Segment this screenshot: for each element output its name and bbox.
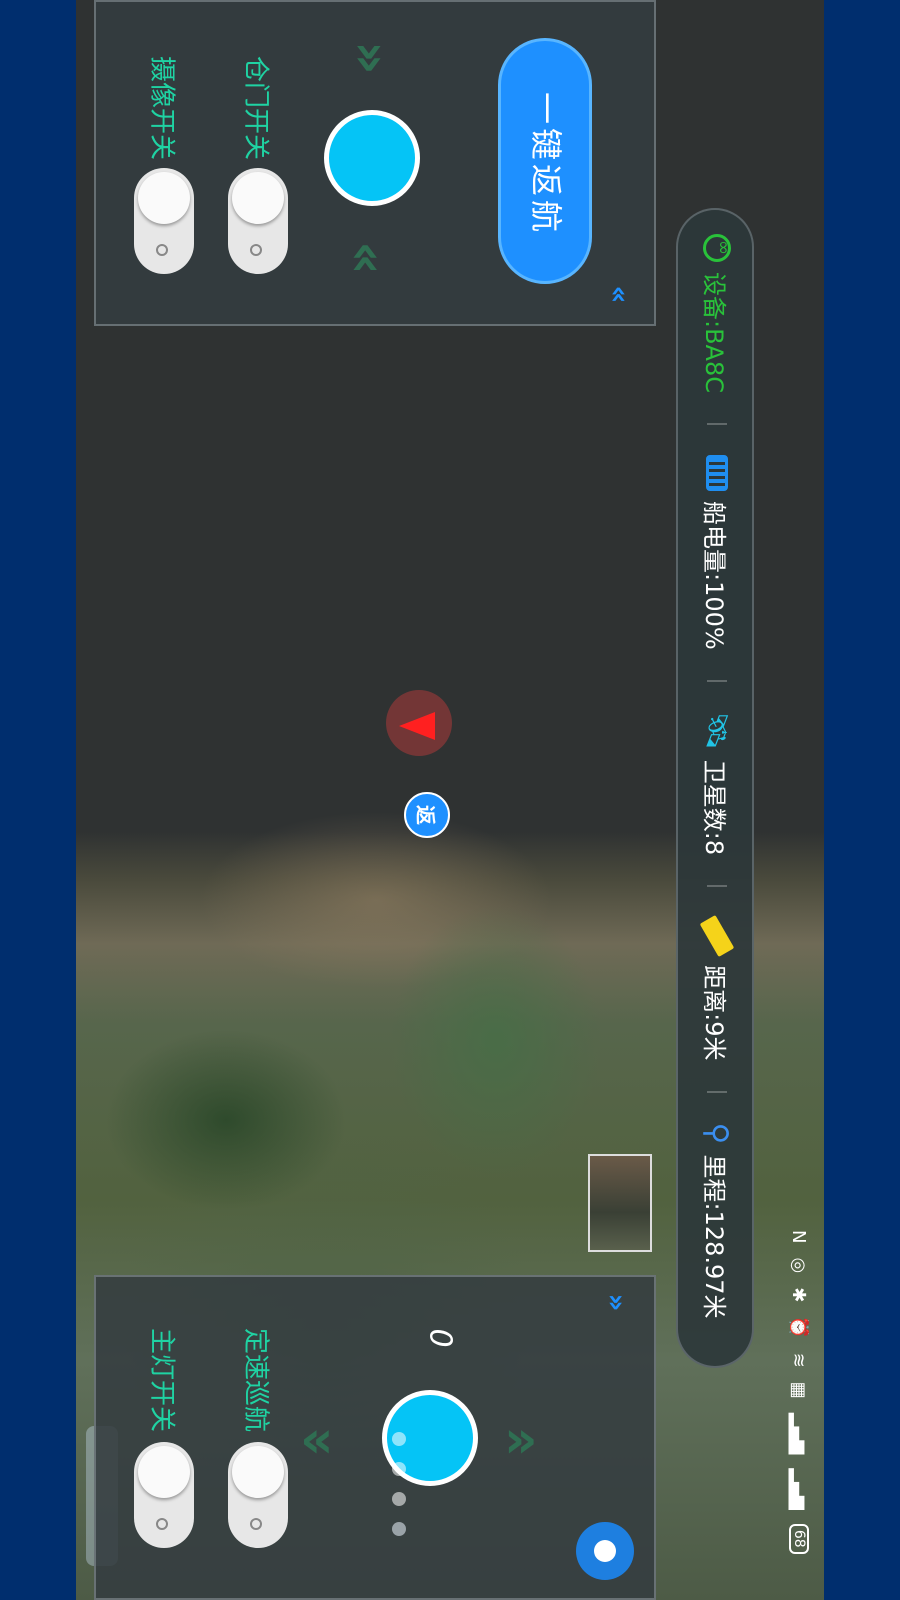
distance-info: 距离:9米 <box>699 915 735 1061</box>
divider <box>707 423 727 425</box>
mileage-info: ⚲ 里程:128.97米 <box>700 1123 735 1319</box>
device-info: 设备:BA8C <box>700 234 735 393</box>
distance-label: 距离:9米 <box>700 965 729 1061</box>
page-dot-active <box>392 1522 406 1536</box>
boat-battery-info: 船电量:100% <box>700 455 735 650</box>
wifi-icon: ≋ <box>788 1352 810 1368</box>
light-toggle[interactable] <box>134 1442 194 1548</box>
satellite-icon: 🛰 <box>699 711 735 750</box>
satellite-label: 卫星数:8 <box>700 759 729 856</box>
boat-position-marker <box>386 690 452 756</box>
route-icon: ⚲ <box>699 1122 735 1145</box>
chevron-left-icon[interactable]: « <box>300 1414 334 1466</box>
battery-indicator: 68 <box>789 1523 809 1554</box>
chevron-up-icon[interactable]: « <box>337 41 397 75</box>
gear-icon[interactable] <box>570 1516 640 1586</box>
cruise-switch-label: 定速巡航 <box>240 1327 271 1433</box>
cruise-toggle[interactable] <box>228 1442 288 1548</box>
chevron-down-icon[interactable]: « <box>337 241 397 275</box>
expand-chevron-icon[interactable]: » <box>601 1293 634 1311</box>
hatch-toggle[interactable] <box>228 168 288 274</box>
signal-5g-2-icon: ▂▄▆ <box>788 1468 810 1510</box>
one-key-return-button[interactable]: 一键返航 <box>498 38 592 284</box>
alarm-icon: ⏰ <box>788 1316 810 1339</box>
direction-joystick[interactable] <box>324 110 420 206</box>
camera-switch-label: 摄像开关 <box>146 55 177 161</box>
speed-readout: 0 <box>422 1328 458 1348</box>
page-indicator <box>392 1432 408 1542</box>
link-icon <box>703 234 731 262</box>
page-dot <box>392 1432 406 1446</box>
home-point-marker[interactable]: 返 <box>404 792 450 838</box>
telemetry-bar: 设备:BA8C 船电量:100% 🛰 卫星数:8 距离:9米 ⚲ 里程:128.… <box>676 208 754 1368</box>
camera-toggle[interactable] <box>134 168 194 274</box>
bluetooth-icon: ✱ <box>788 1287 810 1303</box>
collapse-chevron-icon[interactable]: » <box>601 285 634 303</box>
nfc-icon: N <box>788 1230 810 1244</box>
mileage-label: 里程:128.97米 <box>700 1154 729 1319</box>
home-marker-label: 返 <box>413 805 438 825</box>
divider <box>707 679 727 682</box>
signal-5g-icon: ▂▄▆ <box>788 1412 810 1455</box>
chevron-right-icon[interactable]: » <box>504 1414 538 1466</box>
device-label: 设备:BA8C <box>700 272 729 393</box>
boat-battery-label: 船电量:100% <box>700 501 729 650</box>
satellite-info: 🛰 卫星数:8 <box>700 712 735 855</box>
ruler-icon <box>699 915 735 958</box>
divider <box>707 885 727 888</box>
location-icon: ◎ <box>788 1257 810 1274</box>
battery-icon <box>706 455 728 491</box>
camera-preview-thumbnail[interactable] <box>588 1154 652 1252</box>
return-button-label: 一键返航 <box>527 91 565 237</box>
hd-icon: ▦ <box>788 1381 810 1399</box>
page-dot <box>392 1492 406 1506</box>
hatch-switch-label: 仓门开关 <box>240 55 271 161</box>
system-status-bar: N ◎ ✱ ⏰ ≋ ▦ ▂▄▆ ▂▄▆ 68 <box>770 1230 820 1590</box>
divider <box>707 1090 727 1093</box>
light-switch-label: 主灯开关 <box>146 1327 177 1433</box>
page-dot <box>392 1462 406 1476</box>
